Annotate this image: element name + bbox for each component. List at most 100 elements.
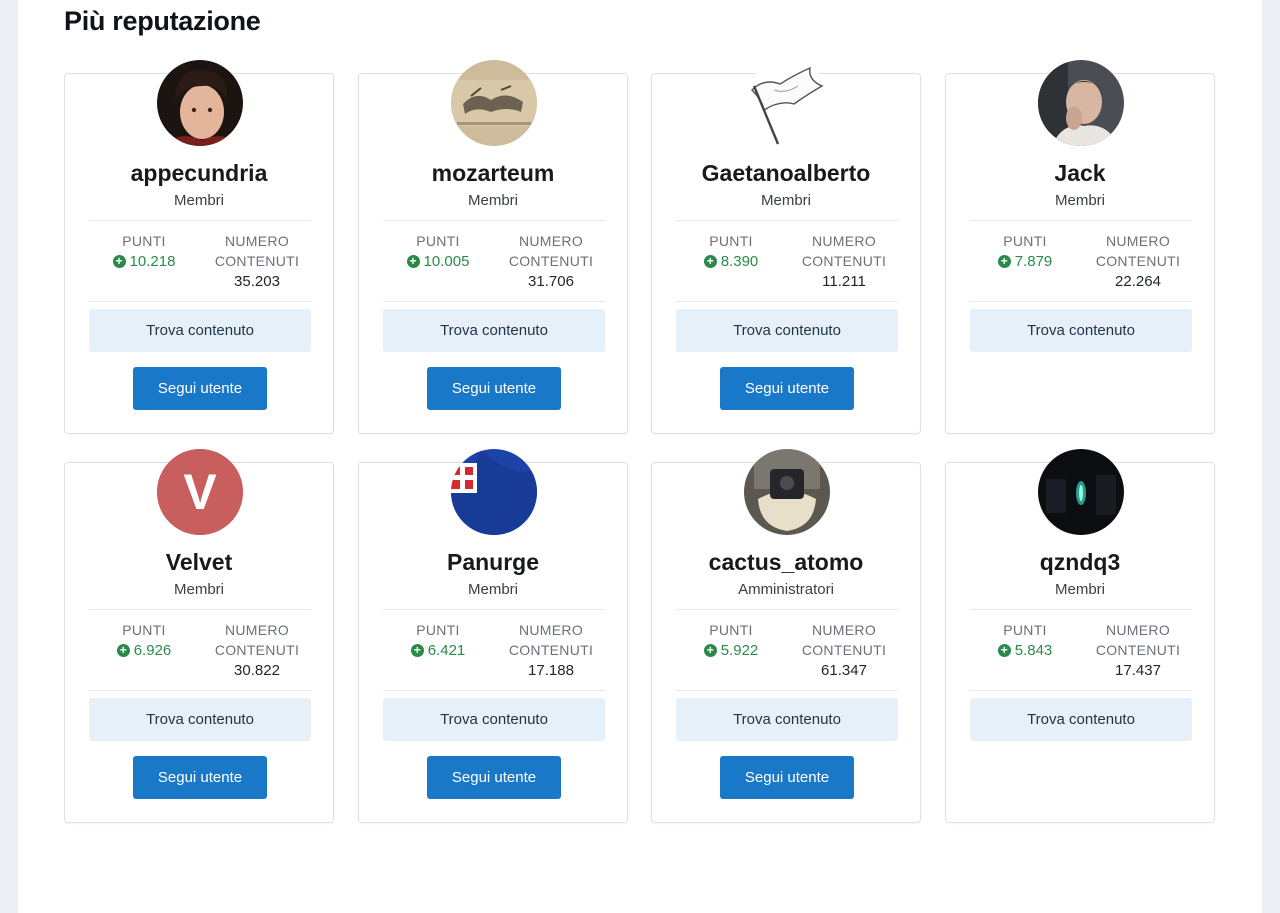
points-label: PUNTI [709, 622, 753, 638]
contents-label-line2: CONTENUTI [508, 642, 594, 658]
user-stats: PUNTI +6.421 NUMERO CONTENUTI 17.188 [383, 609, 605, 691]
contents-label-line2: CONTENUTI [1095, 253, 1181, 269]
plus-circle-icon: + [410, 644, 424, 657]
find-content-button[interactable]: Trova contenuto [676, 698, 898, 741]
contents-value: 11.211 [822, 273, 866, 290]
contents-value: 35.203 [234, 273, 280, 290]
points-value: 6.421 [427, 642, 466, 659]
contents-label-line1: NUMERO [811, 622, 877, 638]
avatar-letter: V [183, 464, 217, 520]
user-group: Membri [760, 192, 811, 209]
find-content-button[interactable]: Trova contenuto [676, 309, 898, 352]
user-group: Membri [1054, 192, 1105, 209]
contents-label-line2: CONTENUTI [801, 642, 887, 658]
user-stats: PUNTI +5.843 NUMERO CONTENUTI 17.437 [970, 609, 1192, 691]
user-avatar[interactable] [744, 60, 830, 146]
user-stats: PUNTI +10.218 NUMERO CONTENUTI 35.203 [89, 220, 311, 302]
contents-label-line2: CONTENUTI [1095, 642, 1181, 658]
user-name[interactable]: appecundria [65, 160, 333, 187]
points-value: 10.005 [423, 253, 470, 270]
find-content-button[interactable]: Trova contenuto [970, 309, 1192, 352]
user-name[interactable]: Panurge [359, 549, 627, 576]
user-group: Membri [173, 192, 224, 209]
user-stats: PUNTI +8.390 NUMERO CONTENUTI 11.211 [676, 220, 898, 302]
plus-circle-icon: + [112, 255, 126, 268]
points-value: 7.879 [1014, 253, 1053, 270]
user-group: Amministratori [738, 581, 834, 598]
user-avatar[interactable] [451, 60, 537, 146]
points-label: PUNTI [122, 233, 166, 249]
plus-circle-icon: + [406, 255, 420, 268]
user-name[interactable]: Gaetanoalberto [652, 160, 920, 187]
plus-circle-icon: + [703, 255, 717, 268]
user-card: V Velvet Membri PUNTI +6.926 NUMERO CONT… [64, 449, 334, 823]
contents-value: 17.188 [528, 662, 574, 679]
user-avatar[interactable] [1038, 449, 1124, 535]
user-card: Panurge Membri PUNTI +6.421 NUMERO CONTE… [358, 449, 628, 823]
contents-label-line2: CONTENUTI [801, 253, 887, 269]
contents-label-line2: CONTENUTI [214, 253, 300, 269]
follow-user-button[interactable]: Segui utente [427, 756, 561, 799]
user-card: appecundria Membri PUNTI +10.218 NUMERO … [64, 60, 334, 434]
contents-label-line2: CONTENUTI [214, 642, 300, 658]
contents-label-line1: NUMERO [224, 233, 290, 249]
plus-circle-icon: + [997, 644, 1011, 657]
user-avatar[interactable] [451, 449, 537, 535]
user-group: Membri [173, 581, 224, 598]
follow-user-button[interactable]: Segui utente [427, 367, 561, 410]
points-value: 8.390 [720, 253, 759, 270]
contents-value: 31.706 [528, 273, 574, 290]
user-name[interactable]: cactus_atomo [652, 549, 920, 576]
user-avatar[interactable] [157, 60, 243, 146]
user-avatar[interactable]: V [157, 449, 243, 535]
find-content-button[interactable]: Trova contenuto [383, 309, 605, 352]
user-avatar[interactable] [744, 449, 830, 535]
find-content-button[interactable]: Trova contenuto [970, 698, 1192, 741]
points-label: PUNTI [416, 233, 460, 249]
contents-value: 22.264 [1115, 273, 1161, 290]
user-stats: PUNTI +6.926 NUMERO CONTENUTI 30.822 [89, 609, 311, 691]
user-card: mozarteum Membri PUNTI +10.005 NUMERO CO… [358, 60, 628, 434]
user-name[interactable]: mozarteum [359, 160, 627, 187]
plus-circle-icon: + [703, 644, 717, 657]
find-content-button[interactable]: Trova contenuto [383, 698, 605, 741]
contents-value: 61.347 [821, 662, 867, 679]
points-value: 10.218 [129, 253, 176, 270]
points-label: PUNTI [1003, 233, 1047, 249]
user-card: Gaetanoalberto Membri PUNTI +8.390 NUMER… [651, 60, 921, 434]
user-card: Jack Membri PUNTI +7.879 NUMERO CONTENUT… [945, 60, 1215, 434]
user-group: Membri [467, 581, 518, 598]
page-content: Più reputazione appecundria Membri PUNTI… [18, 0, 1262, 913]
points-label: PUNTI [416, 622, 460, 638]
follow-user-button[interactable]: Segui utente [720, 367, 854, 410]
contents-value: 17.437 [1115, 662, 1161, 679]
points-value: 5.922 [720, 642, 759, 659]
plus-circle-icon: + [997, 255, 1011, 268]
points-label: PUNTI [709, 233, 753, 249]
user-group: Membri [1054, 581, 1105, 598]
points-label: PUNTI [122, 622, 166, 638]
contents-label-line1: NUMERO [811, 233, 877, 249]
contents-label-line1: NUMERO [518, 233, 584, 249]
follow-user-button[interactable]: Segui utente [720, 756, 854, 799]
contents-label-line1: NUMERO [518, 622, 584, 638]
contents-label-line1: NUMERO [1105, 233, 1171, 249]
find-content-button[interactable]: Trova contenuto [89, 698, 311, 741]
points-value: 5.843 [1014, 642, 1053, 659]
plus-circle-icon: + [116, 644, 130, 657]
contents-label-line1: NUMERO [1105, 622, 1171, 638]
user-name[interactable]: Velvet [65, 549, 333, 576]
user-name[interactable]: qzndq3 [946, 549, 1214, 576]
follow-user-button[interactable]: Segui utente [133, 367, 267, 410]
contents-label-line2: CONTENUTI [508, 253, 594, 269]
user-stats: PUNTI +5.922 NUMERO CONTENUTI 61.347 [676, 609, 898, 691]
user-name[interactable]: Jack [946, 160, 1214, 187]
section-title: Più reputazione [64, 6, 261, 36]
user-avatar[interactable] [1038, 60, 1124, 146]
find-content-button[interactable]: Trova contenuto [89, 309, 311, 352]
user-group: Membri [467, 192, 518, 209]
user-stats: PUNTI +10.005 NUMERO CONTENUTI 31.706 [383, 220, 605, 302]
follow-user-button[interactable]: Segui utente [133, 756, 267, 799]
points-label: PUNTI [1003, 622, 1047, 638]
user-card: cactus_atomo Amministratori PUNTI +5.922… [651, 449, 921, 823]
